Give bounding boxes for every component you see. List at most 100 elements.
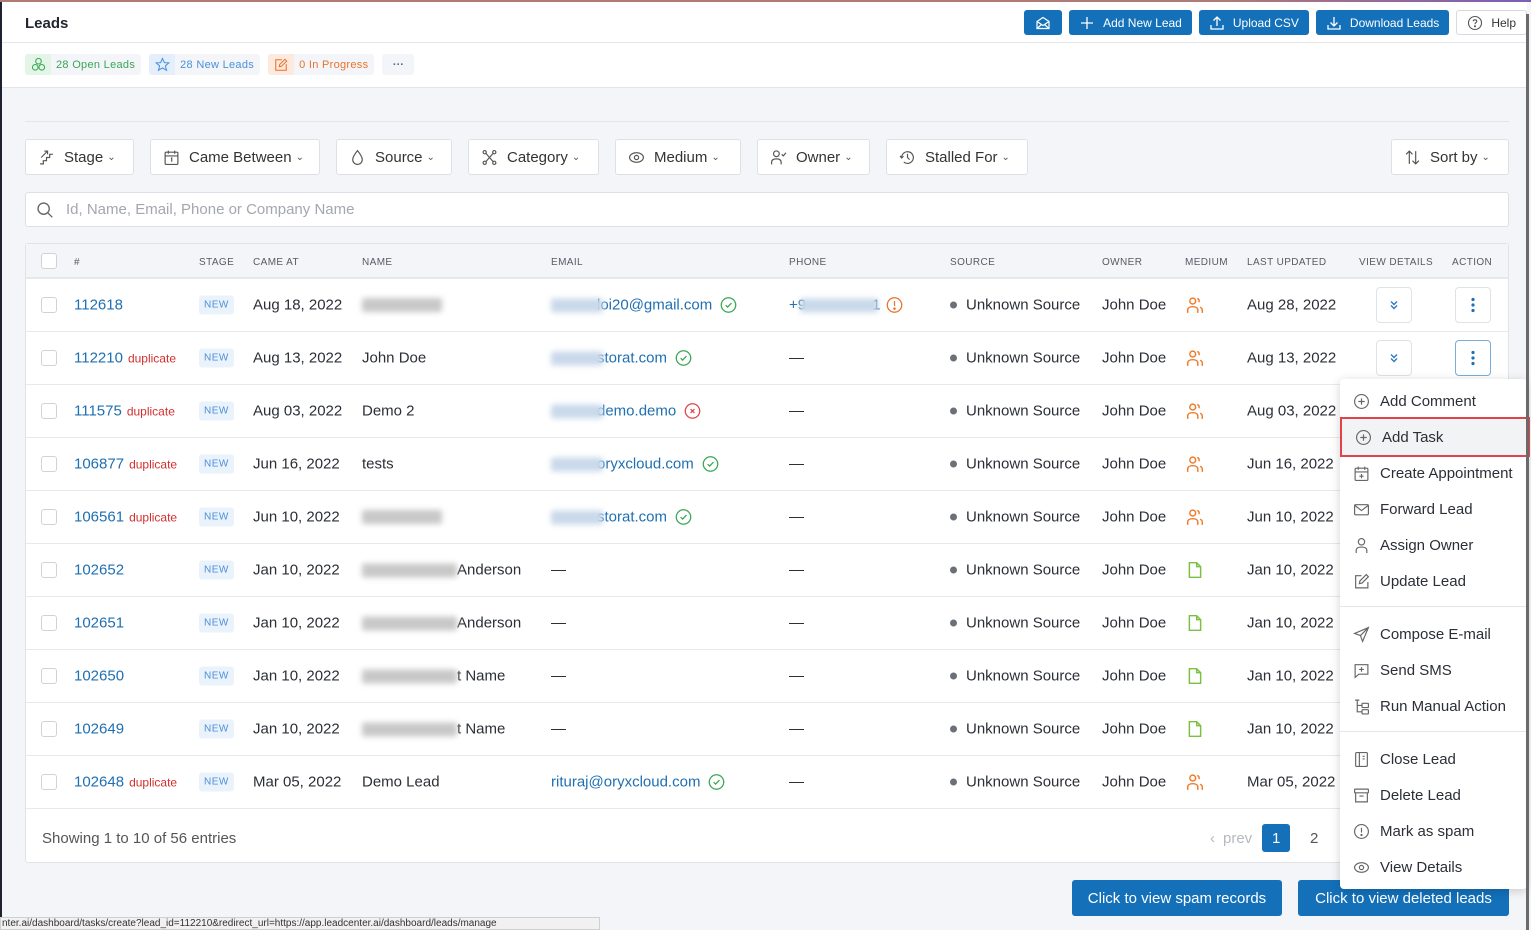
menu-item-mark-as-spam[interactable]: Mark as spam	[1340, 813, 1527, 849]
upload-csv-button[interactable]: Upload CSV	[1198, 10, 1309, 35]
menu-item-label: Send SMS	[1380, 661, 1452, 679]
source-filter-label: Source	[375, 148, 423, 166]
lead-id-link[interactable]: 112618	[74, 297, 123, 314]
menu-item-run-manual-action[interactable]: Run Manual Action	[1340, 688, 1527, 724]
lead-owner: John Doe	[1102, 773, 1167, 791]
row-checkbox[interactable]	[41, 509, 57, 525]
page-scrollbar[interactable]	[1526, 14, 1529, 930]
owner-filter[interactable]: Owner ⌄	[757, 139, 870, 175]
lead-owner: John Doe	[1102, 667, 1167, 685]
lead-source: Unknown Source	[966, 402, 1081, 420]
medium-cell	[1186, 773, 1204, 791]
stalled-for-filter[interactable]: Stalled For ⌄	[886, 139, 1028, 175]
last-updated: Jan 10, 2022	[1247, 667, 1334, 685]
lead-id-link[interactable]: 112210	[74, 350, 123, 367]
lead-id-link[interactable]: 111575	[74, 403, 122, 420]
open-leads-chip[interactable]: 28 Open Leads	[25, 54, 142, 75]
lead-phone: —	[789, 508, 804, 526]
select-all-checkbox[interactable]	[41, 253, 57, 269]
lead-email[interactable]: storat.com	[597, 350, 667, 367]
plus-circle-icon	[1354, 393, 1369, 409]
last-updated: Mar 05, 2022	[1247, 773, 1336, 791]
sort-icon	[1405, 149, 1420, 165]
new-leads-chip[interactable]: 28 New Leads	[149, 54, 261, 75]
menu-item-label: Create Appointment	[1380, 464, 1513, 482]
menu-item-view-details[interactable]: View Details	[1340, 849, 1527, 885]
last-updated: Jun 16, 2022	[1247, 455, 1334, 473]
row-checkbox[interactable]	[41, 668, 57, 684]
lead-id-link[interactable]: 106561	[74, 509, 124, 526]
lead-email[interactable]: loi20@gmail.com	[597, 297, 712, 314]
download-leads-button[interactable]: Download Leads	[1315, 10, 1450, 35]
category-filter[interactable]: Category ⌄	[468, 139, 599, 175]
email-button[interactable]	[1024, 10, 1063, 35]
row-action-button[interactable]	[1455, 340, 1491, 376]
lead-id-link[interactable]: 102650	[74, 668, 124, 685]
row-checkbox[interactable]	[41, 297, 57, 313]
row-checkbox[interactable]	[41, 350, 57, 366]
lead-id-link[interactable]: 106877	[74, 456, 124, 473]
menu-item-add-comment[interactable]: Add Comment	[1340, 383, 1527, 419]
row-checkbox[interactable]	[41, 403, 57, 419]
row-checkbox[interactable]	[41, 615, 57, 631]
menu-item-create-appointment[interactable]: Create Appointment	[1340, 455, 1527, 491]
view-details-button[interactable]	[1376, 340, 1412, 376]
header-actions: Add New Lead Upload CSV Download Leads H…	[1024, 10, 1527, 35]
lead-email[interactable]: oryxcloud.com	[597, 456, 694, 473]
browser-status-bar: nter.ai/dashboard/tasks/create?lead_id=1…	[0, 917, 600, 930]
page-2-button[interactable]: 2	[1300, 824, 1328, 852]
view-details-button[interactable]	[1376, 287, 1412, 323]
source-filter[interactable]: Source ⌄	[336, 139, 452, 175]
menu-item-forward-lead[interactable]: Forward Lead	[1340, 491, 1527, 527]
page-title: Leads	[25, 15, 69, 32]
page-1-button[interactable]: 1	[1262, 824, 1291, 852]
menu-item-close-lead[interactable]: Close Lead	[1340, 741, 1527, 777]
chevron-down-icon: ⌄	[107, 151, 116, 163]
lead-email[interactable]: rituraj@oryxcloud.com	[551, 774, 700, 791]
entries-summary: Showing 1 to 10 of 56 entries	[42, 830, 237, 847]
row-checkbox[interactable]	[41, 562, 57, 578]
menu-item-add-task[interactable]: Add Task	[1340, 417, 1530, 457]
menu-item-delete-lead[interactable]: Delete Lead	[1340, 777, 1527, 813]
menu-item-compose-email[interactable]: Compose E-mail	[1340, 616, 1527, 652]
people-icon	[1186, 456, 1204, 472]
menu-item-update-lead[interactable]: Update Lead	[1340, 563, 1527, 599]
stage-badge: NEW	[199, 772, 234, 792]
row-checkbox[interactable]	[41, 774, 57, 790]
search-bar	[25, 192, 1509, 227]
row-checkbox[interactable]	[41, 721, 57, 737]
table-row: 106877 duplicate NEW Jun 16, 2022 tests o…	[26, 438, 1508, 491]
name-redacted	[362, 722, 457, 736]
view-spam-records-button[interactable]: Click to view spam records	[1072, 880, 1282, 916]
menu-item-assign-owner[interactable]: Assign Owner	[1340, 527, 1527, 563]
lead-email[interactable]: demo.demo	[597, 403, 676, 420]
row-checkbox[interactable]	[41, 456, 57, 472]
lead-id-link[interactable]: 102651	[74, 615, 124, 632]
table-row: 106561 duplicate NEW Jun 10, 2022 storat.…	[26, 491, 1508, 544]
sort-by-button[interactable]: Sort by ⌄	[1391, 139, 1509, 175]
menu-item-send-sms[interactable]: Send SMS	[1340, 652, 1527, 688]
lead-id-link[interactable]: 102648	[74, 774, 124, 791]
in-progress-chip[interactable]: 0 In Progress	[268, 54, 375, 75]
row-action-button[interactable]	[1455, 287, 1491, 323]
menu-item-label: Compose E-mail	[1380, 625, 1491, 643]
came-at: Aug 18, 2022	[253, 296, 343, 314]
medium-cell	[1186, 614, 1204, 632]
lead-id-link[interactable]: 102649	[74, 721, 124, 738]
lead-id-link[interactable]: 102652	[74, 562, 124, 579]
help-button[interactable]: Help	[1456, 10, 1527, 35]
came-between-filter[interactable]: Came Between ⌄	[150, 139, 320, 175]
source-dot-icon	[950, 354, 957, 362]
lead-email[interactable]: storat.com	[597, 509, 667, 526]
duplicate-badge: duplicate	[129, 510, 178, 524]
chevron-down-icon: ⌄	[571, 151, 581, 163]
more-chips-button[interactable]: ···	[382, 54, 415, 75]
add-new-lead-button[interactable]: Add New Lead	[1069, 10, 1192, 35]
stage-filter[interactable]: Stage ⌄	[25, 139, 134, 175]
user-check-icon	[771, 149, 787, 164]
prev-page-button[interactable]: ‹ prev	[1210, 830, 1252, 847]
search-input[interactable]	[66, 201, 1508, 218]
medium-filter[interactable]: Medium ⌄	[615, 139, 741, 175]
lead-status-chips: 28 Open Leads 28 New Leads 0 In Progress…	[25, 54, 415, 75]
name-redacted	[362, 563, 457, 577]
